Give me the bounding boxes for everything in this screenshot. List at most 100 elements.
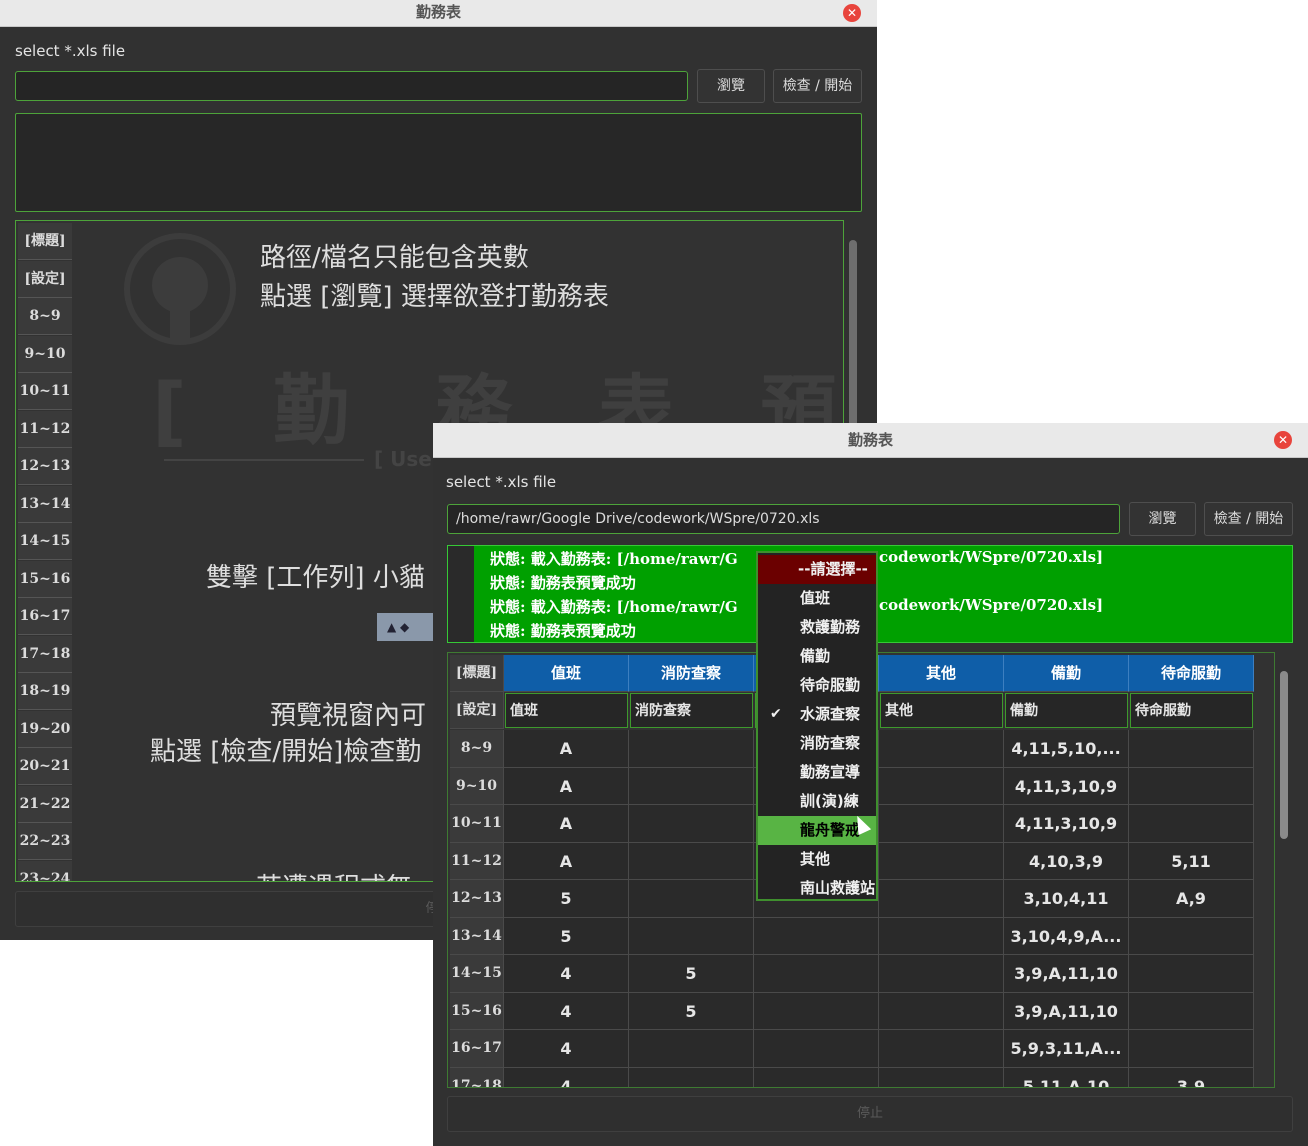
dropdown-option[interactable]: 其他	[758, 845, 876, 874]
table-cell[interactable]	[629, 1030, 754, 1068]
table-cell[interactable]	[879, 880, 1004, 918]
row-header: 15~16	[18, 560, 72, 598]
table-cell[interactable]: A	[504, 842, 629, 880]
column-setting-combo[interactable]: 備勤	[1005, 693, 1128, 728]
dropdown-option[interactable]: 救護勤務	[758, 613, 876, 642]
table-cell[interactable]: A	[504, 805, 629, 843]
table-cell[interactable]: 3,10,4,11	[1004, 880, 1129, 918]
dropdown-option[interactable]: 訓(演)練	[758, 787, 876, 816]
dropdown-option[interactable]: 南山救護站	[758, 874, 876, 899]
row-header: 16~17	[18, 598, 72, 635]
table-cell[interactable]: 3,9	[1129, 1067, 1254, 1087]
file-path-input[interactable]: /home/rawr/Google Drive/codework/WSpre/0…	[447, 504, 1120, 534]
table-cell[interactable]: 4	[504, 1067, 629, 1087]
table-cell[interactable]	[754, 917, 879, 955]
row-header: 10~11	[450, 805, 504, 843]
table-cell[interactable]: 4	[504, 1030, 629, 1068]
table-cell[interactable]	[1129, 767, 1254, 805]
table-cell[interactable]	[879, 992, 1004, 1030]
table-cell[interactable]	[754, 992, 879, 1030]
row-header: 13~14	[18, 485, 72, 523]
column-setting-combo[interactable]: 其他	[880, 693, 1003, 728]
column-header[interactable]: 其他	[879, 655, 1004, 692]
column-header[interactable]: 消防查察	[629, 655, 754, 692]
row-header: [設定]	[450, 692, 504, 729]
back-window-titlebar[interactable]: 勤務表 ✕	[0, 0, 877, 27]
table-cell[interactable]	[754, 1030, 879, 1068]
table-cell[interactable]: 4	[504, 955, 629, 993]
table-cell[interactable]	[879, 767, 1004, 805]
instruction-line-1: 路徑/檔名只能包含英數	[260, 243, 529, 273]
table-cell[interactable]	[629, 880, 754, 918]
browse-button[interactable]: 瀏覽	[697, 69, 765, 103]
table-scrollbar[interactable]	[1280, 671, 1288, 839]
table-cell[interactable]	[629, 767, 754, 805]
table-cell[interactable]	[629, 917, 754, 955]
column-setting-combo[interactable]: 待命服勤	[1130, 693, 1253, 728]
table-cell[interactable]: 5	[629, 955, 754, 993]
table-cell[interactable]	[879, 842, 1004, 880]
file-path-input[interactable]	[15, 71, 688, 101]
instruction-line-3: 雙擊 [工作列] 小貓	[206, 563, 425, 593]
table-cell[interactable]	[1129, 730, 1254, 768]
table-cell[interactable]: 5	[504, 880, 629, 918]
table-cell[interactable]	[629, 730, 754, 768]
close-icon[interactable]: ✕	[843, 4, 861, 22]
back-window-title: 勤務表	[415, 3, 461, 21]
table-cell[interactable]	[1129, 805, 1254, 843]
check-start-button[interactable]: 檢查 / 開始	[1204, 502, 1293, 536]
table-cell[interactable]: 5	[629, 992, 754, 1030]
table-cell[interactable]: A,9	[1129, 880, 1254, 918]
dropdown-option[interactable]: 消防查察	[758, 729, 876, 758]
table-cell[interactable]	[879, 1067, 1004, 1087]
column-header[interactable]: 備勤	[1004, 655, 1129, 692]
column-setting-combo[interactable]: 值班	[505, 693, 628, 728]
front-window-titlebar[interactable]: 勤務表 ✕	[433, 423, 1308, 458]
close-icon[interactable]: ✕	[1274, 431, 1292, 449]
dropdown-option[interactable]: 待命服勤	[758, 671, 876, 700]
table-cell[interactable]: 3,9,A,11,10	[1004, 955, 1129, 993]
stop-button[interactable]: 停止	[447, 1096, 1293, 1132]
dropdown-option[interactable]: 勤務宣導	[758, 758, 876, 787]
table-cell[interactable]	[879, 955, 1004, 993]
table-cell[interactable]: A	[504, 730, 629, 768]
table-cell[interactable]	[1129, 955, 1254, 993]
table-cell[interactable]	[629, 842, 754, 880]
table-cell[interactable]: 5,9,3,11,A...	[1004, 1030, 1129, 1068]
column-setting-combo[interactable]: 消防查察	[630, 693, 753, 728]
dropdown-option[interactable]: 備勤	[758, 642, 876, 671]
row-header: 18~19	[18, 673, 72, 710]
table-cell[interactable]: A	[504, 767, 629, 805]
table-cell[interactable]	[879, 805, 1004, 843]
table-cell[interactable]: 3,9,A,11,10	[1004, 992, 1129, 1030]
column-header[interactable]: 值班	[504, 655, 629, 692]
table-cell[interactable]: 4,11,5,10,...	[1004, 730, 1129, 768]
table-cell[interactable]: 4,11,3,10,9	[1004, 767, 1129, 805]
table-cell[interactable]: 5,11,A,10	[1004, 1067, 1129, 1087]
table-cell[interactable]: 4,11,3,10,9	[1004, 805, 1129, 843]
table-cell[interactable]	[1129, 992, 1254, 1030]
table-cell[interactable]	[629, 805, 754, 843]
table-cell[interactable]	[629, 1067, 754, 1087]
table-cell[interactable]	[879, 1030, 1004, 1068]
table-cell[interactable]	[754, 955, 879, 993]
table-cell[interactable]: 5,11	[1129, 842, 1254, 880]
row-header: 9~10	[450, 767, 504, 805]
preview-scrollbar[interactable]	[849, 240, 857, 440]
table-cell[interactable]	[1129, 917, 1254, 955]
status-line-text: 狀態: 載入勤務表: [/home/rawr/G	[490, 598, 738, 616]
work-type-dropdown[interactable]: --請選擇-- 值班 救護勤務 備勤 待命服勤 水源查察 ✔ 消防查察 勤務宣導 訓(演)練 龍舟警…	[756, 551, 878, 901]
table-cell[interactable]: 4,10,3,9	[1004, 842, 1129, 880]
table-cell[interactable]	[879, 917, 1004, 955]
table-cell[interactable]: 4	[504, 992, 629, 1030]
check-start-button[interactable]: 檢查 / 開始	[773, 69, 862, 103]
table-cell[interactable]	[1129, 1030, 1254, 1068]
table-cell[interactable]: 5	[504, 917, 629, 955]
table-cell[interactable]: 3,10,4,9,A...	[1004, 917, 1129, 955]
table-cell[interactable]	[879, 730, 1004, 768]
table-cell[interactable]	[754, 1067, 879, 1087]
row-header: 21~22	[18, 785, 72, 823]
column-header[interactable]: 待命服勤	[1129, 655, 1254, 692]
browse-button[interactable]: 瀏覽	[1129, 502, 1196, 536]
dropdown-option[interactable]: 值班	[758, 584, 876, 613]
